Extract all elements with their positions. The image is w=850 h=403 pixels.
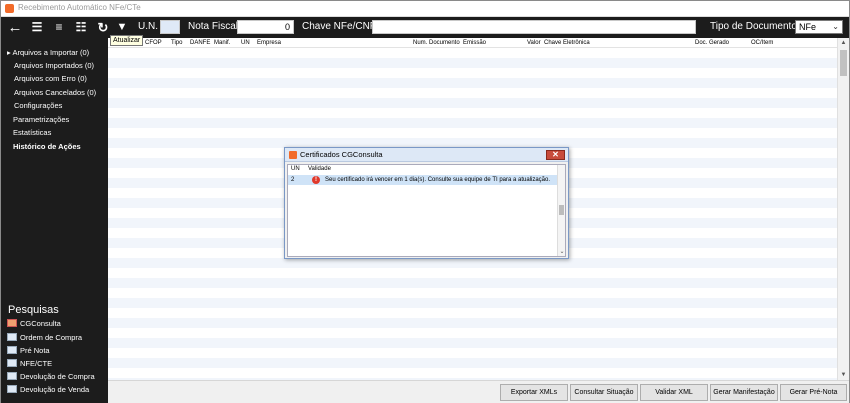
- window-icon: [7, 385, 17, 393]
- pesquisa-item-label: Pré Nota: [20, 346, 50, 355]
- consultar-situacao-button[interactable]: Consultar Situação: [570, 384, 638, 401]
- sidebar-item-estatisticas[interactable]: Estatísticas: [13, 128, 51, 137]
- column-header[interactable]: Chave Eletrônica: [544, 40, 590, 46]
- window-icon: [7, 346, 17, 354]
- pesquisa-item-pre-nota[interactable]: Pré Nota: [7, 346, 50, 355]
- grid-scrollbar[interactable]: ▲ ▼: [837, 38, 849, 380]
- pesquisa-item-label: Devolução de Venda: [20, 385, 90, 394]
- tipo-documento-label: Tipo de Documento: [710, 21, 797, 32]
- sidebar: ▸ Arquivos a Importar (0) Arquivos Impor…: [1, 38, 108, 403]
- sidebar-item-arquivos-com-erro[interactable]: Arquivos com Erro (0): [14, 74, 87, 83]
- column-header[interactable]: Manif.: [214, 40, 230, 46]
- sidebar-item-arquivos-importados[interactable]: Arquivos Importados (0): [14, 61, 94, 70]
- cgconsulta-icon: [7, 319, 17, 327]
- gerar-pre-nota-button[interactable]: Gerar Pré-Nota: [780, 384, 847, 401]
- column-header[interactable]: DANFE: [190, 40, 210, 46]
- caret-right-icon: ▸: [7, 48, 11, 57]
- list-check-icon[interactable]: ☰: [27, 17, 47, 38]
- app-icon: [5, 4, 14, 13]
- title-bar: Recebimento Automático NFe/CTe: [1, 1, 849, 17]
- dialog-title: Certificados CGConsulta: [300, 150, 383, 159]
- column-header[interactable]: Empresa: [257, 40, 281, 46]
- pesquisa-item-label: Devolução de Compra: [20, 372, 95, 381]
- back-arrow-icon[interactable]: ←: [5, 17, 25, 38]
- pesquisa-item-label: NFE/CTE: [20, 359, 53, 368]
- column-header[interactable]: OC/Item: [751, 40, 773, 46]
- table-row[interactable]: 2 ! Seu certificado irá vencer em 1 dia(…: [288, 175, 558, 185]
- chave-label: Chave NFe/CNPJ: [302, 21, 382, 32]
- warning-icon: !: [312, 176, 320, 184]
- certificados-dialog: Certificados CGConsulta ✕ UN Validade 2 …: [284, 147, 569, 259]
- chevron-down-icon[interactable]: ⌄: [558, 248, 566, 255]
- sidebar-item-historico-de-acoes[interactable]: Histórico de Ações: [13, 142, 81, 151]
- window-title: Recebimento Automático NFe/CTe: [18, 3, 141, 12]
- list-checked-icon[interactable]: ☷: [71, 17, 91, 38]
- scroll-up-icon[interactable]: ▲: [838, 38, 849, 48]
- sidebar-item-arquivos-cancelados[interactable]: Arquivos Cancelados (0): [14, 88, 96, 97]
- pesquisa-item-nfe-cte[interactable]: NFE/CTE: [7, 359, 52, 368]
- pesquisas-title: Pesquisas: [8, 304, 59, 316]
- sidebar-item-parametrizacoes[interactable]: Parametrizações: [13, 115, 69, 124]
- column-header[interactable]: CFOP: [145, 40, 162, 46]
- column-header[interactable]: Num. Documento: [413, 40, 460, 46]
- scroll-thumb[interactable]: [840, 50, 847, 76]
- sidebar-item-arquivos-a-importar[interactable]: ▸ Arquivos a Importar (0): [7, 48, 89, 57]
- column-header[interactable]: Emissão: [463, 40, 486, 46]
- dialog-grid[interactable]: UN Validade 2 ! Seu certificado irá venc…: [287, 164, 566, 257]
- un-label: U.N.: [138, 21, 158, 32]
- sidebar-item-configuracoes[interactable]: Configurações: [14, 101, 62, 110]
- tipo-documento-value: NFe: [799, 22, 817, 32]
- close-icon[interactable]: ✕: [546, 150, 565, 160]
- window-icon: [7, 333, 17, 341]
- pesquisa-item-ordem-de-compra[interactable]: Ordem de Compra: [7, 333, 82, 342]
- refresh-tooltip: Atualizar: [110, 35, 144, 46]
- grid-header: CFOP Tipo DANFE Manif. UN Empresa Num. D…: [108, 38, 837, 48]
- nota-fiscal-input[interactable]: 0: [237, 20, 294, 34]
- validar-xml-button[interactable]: Validar XML: [640, 384, 708, 401]
- window-icon: [7, 359, 17, 367]
- row-un: 2: [291, 177, 295, 183]
- scroll-down-icon[interactable]: ▼: [838, 370, 849, 380]
- gerar-manifestacao-button[interactable]: Gerar Manifestação: [710, 384, 778, 401]
- window-icon: [7, 372, 17, 380]
- dialog-scrollbar[interactable]: ⌄: [557, 165, 565, 256]
- pesquisa-item-cgconsulta[interactable]: CGConsulta: [7, 319, 61, 328]
- dialog-column-validade[interactable]: Validade: [308, 166, 331, 172]
- app-window: Recebimento Automático NFe/CTe ← ☰ ≡ ☷ ↻…: [0, 0, 850, 403]
- column-header[interactable]: UN: [241, 40, 250, 46]
- dialog-column-un[interactable]: UN: [291, 166, 300, 172]
- pesquisa-item-devolucao-de-compra[interactable]: Devolução de Compra: [7, 372, 95, 381]
- tipo-documento-select[interactable]: NFe ⌄: [795, 20, 843, 34]
- column-header[interactable]: Valor: [527, 40, 541, 46]
- dialog-app-icon: [289, 151, 297, 159]
- exportar-xmls-button[interactable]: Exportar XMLs: [500, 384, 568, 401]
- list-icon[interactable]: ≡: [49, 17, 69, 38]
- chevron-down-icon: ⌄: [832, 22, 839, 31]
- un-input[interactable]: [160, 20, 180, 34]
- pesquisa-item-label: CGConsulta: [20, 319, 61, 328]
- column-header[interactable]: Tipo: [171, 40, 182, 46]
- sidebar-item-label: Arquivos a Importar (0): [12, 48, 90, 57]
- action-bar: Exportar XMLs Consultar Situação Validar…: [108, 380, 849, 403]
- column-header[interactable]: Doc. Gerado: [695, 40, 729, 46]
- pesquisa-item-label: Ordem de Compra: [20, 333, 83, 342]
- row-message: Seu certificado irá vencer em 1 dia(s). …: [325, 177, 551, 183]
- chave-input[interactable]: [372, 20, 696, 34]
- pesquisa-item-devolucao-de-venda[interactable]: Devolução de Venda: [7, 385, 89, 394]
- dialog-scroll-thumb[interactable]: [559, 205, 564, 215]
- nota-fiscal-label: Nota Fiscal: [188, 21, 239, 32]
- dialog-title-bar[interactable]: Certificados CGConsulta ✕: [285, 148, 568, 162]
